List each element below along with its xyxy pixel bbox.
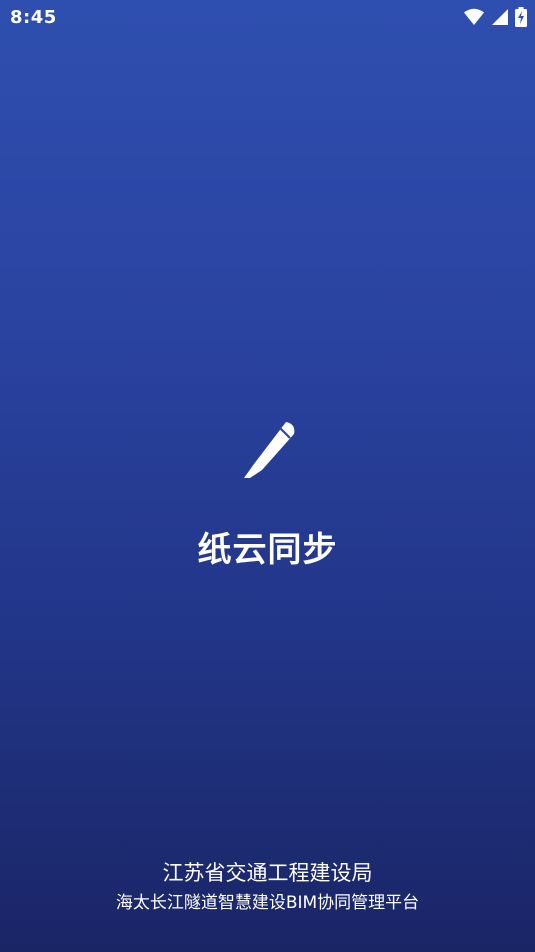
status-bar: 8:45 xyxy=(0,0,535,36)
status-icons xyxy=(463,7,527,27)
platform-name: 海太长江隧道智慧建设BIM协同管理平台 xyxy=(115,893,420,913)
splash-center: 纸云同步 xyxy=(0,418,535,571)
footer: 江苏省交通工程建设局 海太长江隧道智慧建设BIM协同管理平台 xyxy=(0,858,535,916)
organization-name: 江苏省交通工程建设局 xyxy=(162,861,373,885)
wifi-icon xyxy=(463,8,485,26)
cellular-signal-icon xyxy=(491,8,509,26)
app-title: 纸云同步 xyxy=(197,530,338,570)
battery-charging-icon xyxy=(515,7,527,27)
status-time: 8:45 xyxy=(10,7,57,28)
pen-icon xyxy=(236,418,300,482)
